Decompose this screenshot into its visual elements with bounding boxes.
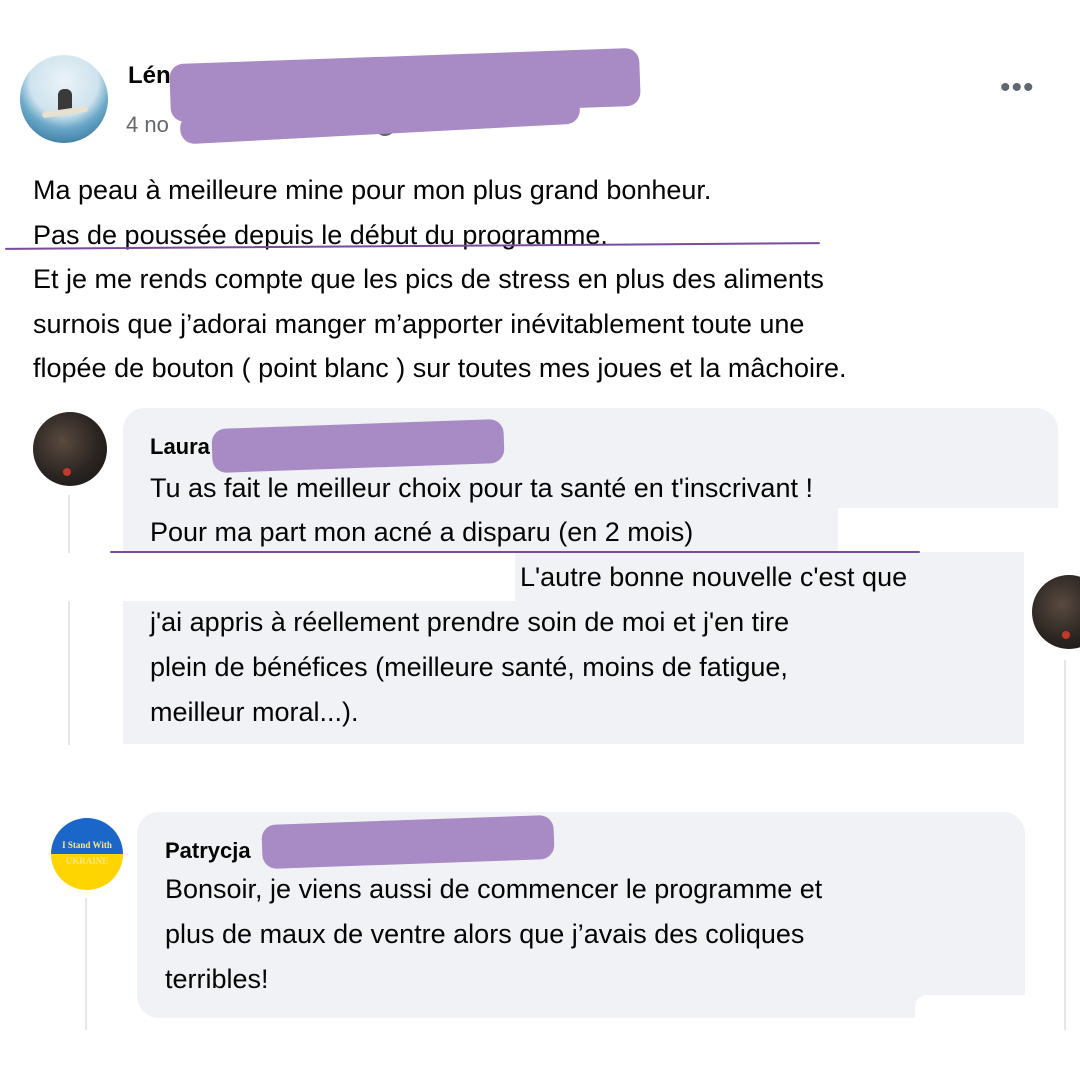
post-date[interactable]: 4 no [126,112,169,138]
comment-line: plein de bénéfices (meilleure santé, moi… [150,652,788,682]
comment-line: plus de maux de ventre alors que j’avais… [165,919,805,949]
avatar-detail [63,468,71,476]
mask-strip [0,553,515,601]
post-line: flopée de bouton ( point blanc ) sur tou… [33,353,847,383]
post-line: Pas de poussée depuis le début du progra… [33,219,608,250]
avatar-caption: I Stand With [62,840,112,850]
comment-line: meilleur moral...). [150,697,359,727]
thread-line [85,898,87,1030]
avatar-caption: UKRAINE [65,856,109,866]
comment-author[interactable]: Patrycja [165,838,251,864]
post-line: Ma peau à meilleure mine pour mon plus g… [33,175,712,205]
thread-line [1064,660,1066,1030]
thread-line [68,495,70,745]
post-body: Ma peau à meilleure mine pour mon plus g… [33,168,1073,391]
comment-line: L'autre bonne nouvelle c'est que [520,562,908,592]
mask-strip [838,508,1080,552]
more-horizontal-icon[interactable]: ••• [1000,73,1035,103]
comment-author[interactable]: Laura [150,434,210,460]
comment-line: Tu as fait le meilleur choix pour ta san… [150,473,813,503]
mask-strip [915,995,1055,1035]
commenter-avatar[interactable] [33,412,107,486]
comment-line: terribles! [165,964,269,994]
post-author-avatar[interactable] [20,55,108,143]
comment-line: Bonsoir, je viens aussi de commencer le … [165,874,823,904]
comment-line: Pour ma part mon acné a disparu (en 2 mo… [150,517,694,547]
comment-line: j'ai appris à réellement prendre soin de… [150,607,790,637]
avatar-detail [1062,631,1070,639]
highlight-underline [110,551,920,553]
post-line: surnois que j’adorai manger m’apporter i… [33,308,805,339]
post-line: Et je me rends compte que les pics de st… [33,264,824,294]
commenter-avatar[interactable]: I Stand With UKRAINE [51,818,123,890]
